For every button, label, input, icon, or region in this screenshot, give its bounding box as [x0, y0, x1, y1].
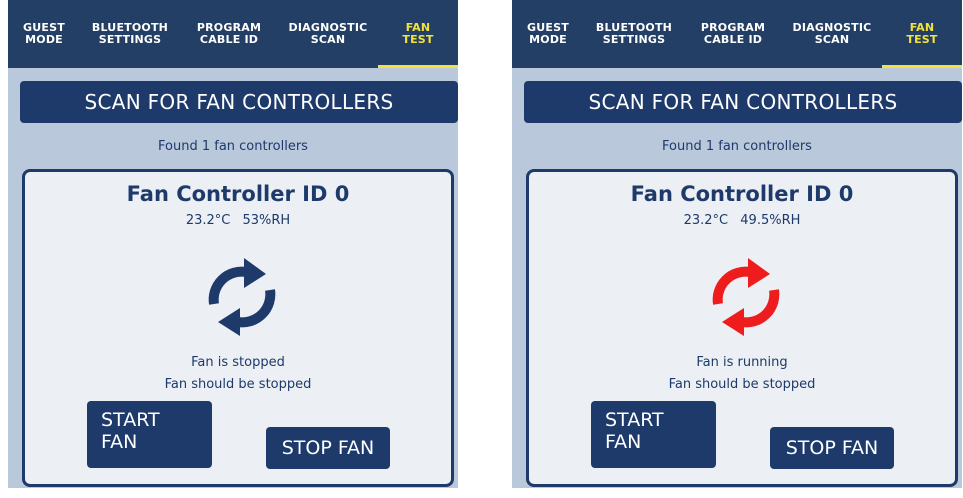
- tab-bar: GUEST MODE BLUETOOTH SETTINGS PROGRAM CA…: [512, 0, 962, 68]
- fan-expected-text: Fan should be stopped: [668, 377, 816, 392]
- fan-expected-text: Fan should be stopped: [164, 377, 312, 392]
- fan-status-text: Fan is stopped: [191, 355, 285, 370]
- scan-for-fan-controllers-button[interactable]: SCAN FOR FAN CONTROLLERS: [524, 81, 962, 123]
- fan-controller-card: Fan Controller ID 0 23.2°C 53%RH Fan is …: [22, 169, 454, 487]
- sensor-reading: 23.2°C 49.5%RH: [529, 213, 955, 228]
- tab-program-cable-id[interactable]: PROGRAM CABLE ID: [180, 0, 278, 68]
- tab-guest-mode[interactable]: GUEST MODE: [8, 0, 80, 68]
- tab-program-cable-id[interactable]: PROGRAM CABLE ID: [684, 0, 782, 68]
- controller-title: Fan Controller ID 0: [630, 182, 854, 206]
- found-controllers-text: Found 1 fan controllers: [158, 139, 308, 154]
- sensor-reading: 23.2°C 53%RH: [25, 213, 451, 228]
- controller-title: Fan Controller ID 0: [126, 182, 350, 206]
- tab-fan-test[interactable]: FAN TEST: [882, 0, 962, 68]
- start-fan-button[interactable]: START FAN: [87, 401, 212, 468]
- tab-bar: GUEST MODE BLUETOOTH SETTINGS PROGRAM CA…: [8, 0, 458, 68]
- refresh-icon: [208, 258, 276, 336]
- scan-for-fan-controllers-button[interactable]: SCAN FOR FAN CONTROLLERS: [20, 81, 458, 123]
- fan-controller-card: Fan Controller ID 0 23.2°C 49.5%RH Fan i…: [526, 169, 958, 487]
- humidity-value: 53%RH: [242, 213, 291, 228]
- temperature-value: 23.2°C: [185, 213, 231, 228]
- refresh-icon: [712, 258, 780, 336]
- tab-bluetooth-settings[interactable]: BLUETOOTH SETTINGS: [584, 0, 684, 68]
- tab-diagnostic-scan[interactable]: DIAGNOSTIC SCAN: [782, 0, 882, 68]
- tab-fan-test[interactable]: FAN TEST: [378, 0, 458, 68]
- start-fan-button[interactable]: START FAN: [591, 401, 716, 468]
- fan-test-screen-running: GUEST MODE BLUETOOTH SETTINGS PROGRAM CA…: [512, 0, 962, 488]
- tab-guest-mode[interactable]: GUEST MODE: [512, 0, 584, 68]
- humidity-value: 49.5%RH: [740, 213, 801, 228]
- tab-diagnostic-scan[interactable]: DIAGNOSTIC SCAN: [278, 0, 378, 68]
- fan-status-text: Fan is running: [696, 355, 788, 370]
- stop-fan-button[interactable]: STOP FAN: [770, 427, 894, 469]
- stop-fan-button[interactable]: STOP FAN: [266, 427, 390, 469]
- tab-bluetooth-settings[interactable]: BLUETOOTH SETTINGS: [80, 0, 180, 68]
- fan-test-screen-stopped: GUEST MODE BLUETOOTH SETTINGS PROGRAM CA…: [8, 0, 458, 488]
- found-controllers-text: Found 1 fan controllers: [662, 139, 812, 154]
- temperature-value: 23.2°C: [683, 213, 729, 228]
